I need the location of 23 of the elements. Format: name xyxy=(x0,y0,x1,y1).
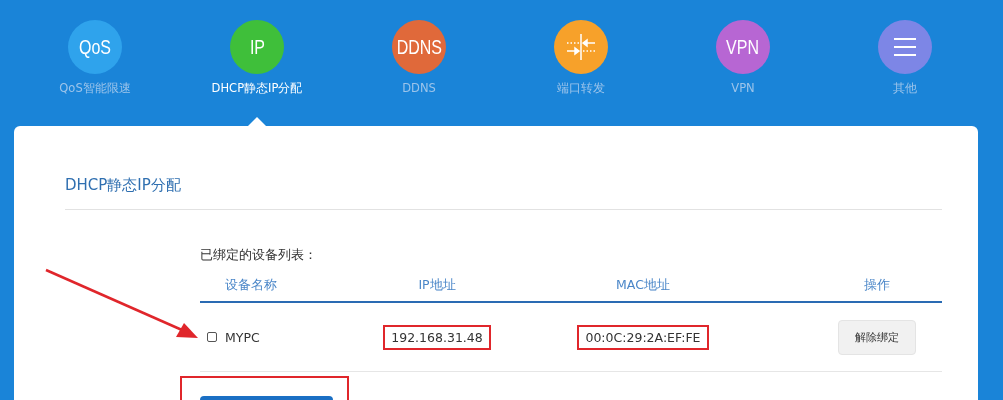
column-header: 设备名称 xyxy=(225,277,277,294)
nav-badge[interactable]: QoS xyxy=(68,20,122,74)
nav-tab[interactable]: QoS智能限速 xyxy=(59,81,131,96)
nav-badge[interactable]: IP xyxy=(230,20,284,74)
mac-address: 00:0C:29:2A:EF:FE xyxy=(579,326,707,348)
column-header: MAC地址 xyxy=(616,277,670,294)
column-header: IP地址 xyxy=(418,277,456,294)
list-label: 已绑定的设备列表： xyxy=(200,246,317,264)
nav-badge[interactable]: VPN xyxy=(716,20,770,74)
ip-address: 192.168.31.48 xyxy=(385,326,489,348)
nav-badge[interactable]: DDNS xyxy=(392,20,446,74)
nav-tab[interactable]: DDNS xyxy=(402,81,436,95)
port-arrows-icon[interactable] xyxy=(554,20,608,74)
nav-tab[interactable]: VPN xyxy=(731,81,755,95)
device-name: MYPC xyxy=(225,329,260,345)
unbind-button[interactable]: 解除绑定 xyxy=(838,319,916,355)
panel-title: DHCP静态IP分配 xyxy=(65,176,181,195)
menu-icon[interactable] xyxy=(878,20,932,74)
row-checkbox[interactable] xyxy=(207,332,217,342)
nav-tab[interactable]: 端口转发 xyxy=(557,81,605,96)
column-header: 操作 xyxy=(864,277,890,294)
nav-tab[interactable]: 其他 xyxy=(893,81,917,96)
nav-tab[interactable]: DHCP静态IP分配 xyxy=(211,81,303,96)
